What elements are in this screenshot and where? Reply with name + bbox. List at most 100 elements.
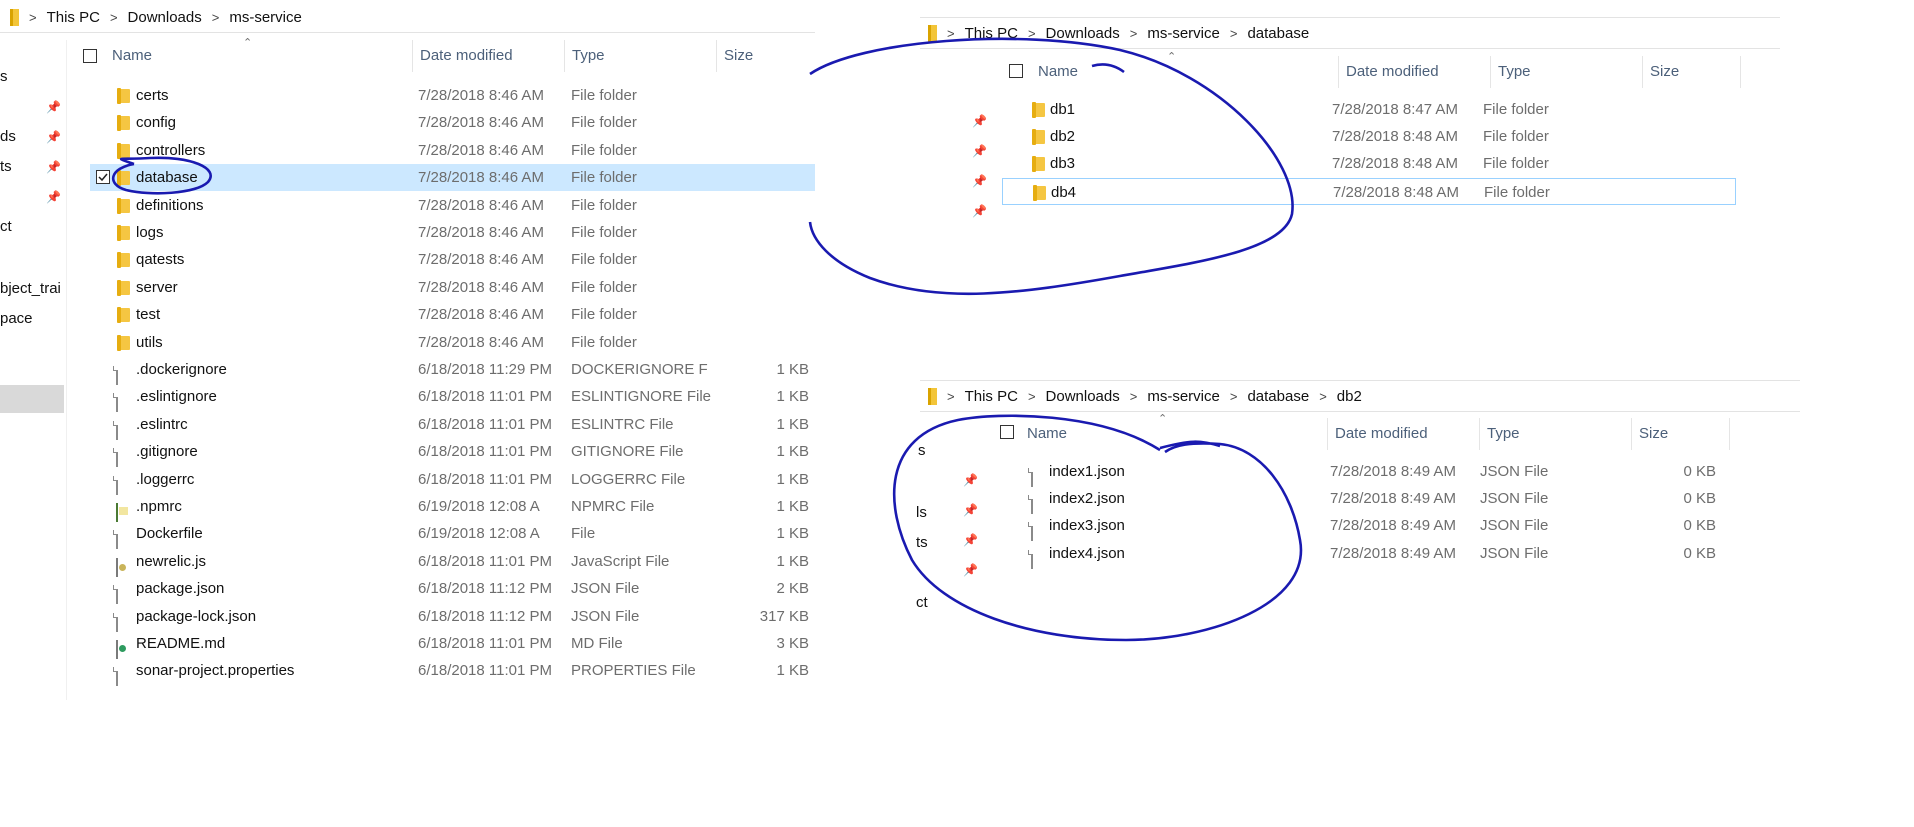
- breadcrumb-db2[interactable]: db2: [1337, 388, 1362, 405]
- breadcrumb-this-pc[interactable]: This PC: [47, 9, 100, 26]
- nav-selected-highlight: [0, 385, 64, 413]
- nav-item-partial[interactable]: ts: [0, 158, 12, 175]
- pin-icon[interactable]: 📌: [963, 473, 978, 487]
- file-size: 3 KB: [776, 635, 809, 652]
- folder-row[interactable]: db4 7/28/2018 8:48 AM File folder: [1002, 177, 1736, 205]
- breadcrumb-database[interactable]: database: [1247, 388, 1309, 405]
- file-date-modified: 6/18/2018 11:01 PM: [418, 470, 552, 488]
- file-row[interactable]: README.md 6/18/2018 11:01 PM MD File 3 KB: [90, 630, 815, 659]
- file-type: File: [571, 525, 596, 543]
- folder-row[interactable]: logs 7/28/2018 8:46 AM File folder: [90, 219, 815, 246]
- nav-pane-divider[interactable]: [66, 40, 67, 700]
- pin-icon[interactable]: 📌: [963, 563, 978, 577]
- column-type[interactable]: Type: [1480, 418, 1632, 450]
- breadcrumb-this-pc[interactable]: This PC: [965, 388, 1018, 405]
- nav-item-partial[interactable]: s: [0, 68, 8, 85]
- breadcrumb-database[interactable]: database: [1247, 25, 1309, 42]
- file-row[interactable]: index2.json 7/28/2018 8:49 AM JSON File 0 K…: [1002, 485, 1736, 515]
- file-size: 0 KB: [1683, 517, 1716, 535]
- folder-row[interactable]: qatests 7/28/2018 8:46 AM File folder: [90, 246, 815, 273]
- file-type: DOCKERIGNORE F: [571, 361, 708, 378]
- file-type: File folder: [571, 278, 637, 296]
- breadcrumb-bar-database[interactable]: > This PC > Downloads > ms-service > dat…: [920, 17, 1780, 49]
- file-type: JSON File: [1480, 490, 1549, 508]
- file-row[interactable]: package-lock.json 6/18/2018 11:12 PM JSON …: [90, 603, 815, 632]
- pin-icon[interactable]: 📌: [972, 174, 987, 188]
- nav-item-partial[interactable]: ls: [916, 504, 927, 521]
- file-row[interactable]: .loggerrc 6/18/2018 11:01 PM LOGGERRC File…: [90, 466, 815, 495]
- column-size[interactable]: Size: [1643, 56, 1741, 88]
- pin-icon[interactable]: 📌: [46, 160, 61, 174]
- breadcrumb-ms-service[interactable]: ms-service: [1147, 388, 1220, 405]
- pin-icon[interactable]: 📌: [46, 130, 61, 144]
- file-name: .npmrc: [136, 498, 182, 515]
- file-row[interactable]: package.json 6/18/2018 11:12 PM JSON File 2…: [90, 575, 815, 605]
- folder-row[interactable]: db2 7/28/2018 8:48 AM File folder: [1002, 123, 1736, 150]
- nav-item-partial[interactable]: s: [918, 442, 926, 459]
- nav-item-partial[interactable]: ts: [916, 534, 928, 551]
- column-name[interactable]: Name: [1020, 418, 1328, 450]
- breadcrumb-downloads[interactable]: Downloads: [1046, 388, 1120, 405]
- folder-row[interactable]: controllers 7/28/2018 8:46 AM File folder: [90, 137, 815, 164]
- file-row[interactable]: sonar-project.properties 6/18/2018 11:01 …: [90, 657, 815, 687]
- folder-row[interactable]: certs 7/28/2018 8:46 AM File folder: [90, 82, 815, 109]
- pin-icon[interactable]: 📌: [963, 503, 978, 517]
- pin-icon[interactable]: 📌: [46, 190, 61, 204]
- column-name[interactable]: Name: [105, 40, 413, 72]
- file-row[interactable]: index3.json 7/28/2018 8:49 AM JSON File 0 K…: [1002, 512, 1736, 542]
- file-type: File folder: [1483, 101, 1549, 118]
- file-row[interactable]: .eslintignore 6/18/2018 11:01 PM ESLINTIGN…: [90, 383, 815, 413]
- breadcrumb-bar-ms-service[interactable]: > This PC > Downloads > ms-service: [0, 2, 815, 33]
- breadcrumb-ms-service[interactable]: ms-service: [1147, 25, 1220, 42]
- folder-row[interactable]: utils 7/28/2018 8:46 AM File folder: [90, 329, 815, 356]
- breadcrumb-downloads[interactable]: Downloads: [128, 9, 202, 26]
- file-type: LOGGERRC File: [571, 470, 686, 488]
- column-date-modified[interactable]: Date modified: [1328, 418, 1480, 450]
- file-row[interactable]: .eslintrc 6/18/2018 11:01 PM ESLINTRC File…: [90, 411, 815, 440]
- file-type: JavaScript File: [571, 552, 670, 570]
- folder-row[interactable]: database 7/28/2018 8:46 AM File folder: [90, 164, 815, 192]
- column-type[interactable]: Type: [1491, 56, 1643, 88]
- file-row[interactable]: index4.json 7/28/2018 8:49 AM JSON File 0 K…: [1002, 540, 1736, 569]
- breadcrumb-ms-service[interactable]: ms-service: [229, 9, 302, 26]
- pin-icon[interactable]: 📌: [972, 144, 987, 158]
- column-name[interactable]: Name: [1031, 56, 1339, 88]
- column-size[interactable]: Size: [1632, 418, 1730, 450]
- folder-row[interactable]: server 7/28/2018 8:46 AM File folder: [90, 274, 815, 301]
- column-size[interactable]: Size: [717, 40, 815, 72]
- file-date-modified: 7/28/2018 8:46 AM: [418, 224, 544, 241]
- file-date-modified: 6/18/2018 11:12 PM: [418, 607, 552, 625]
- breadcrumb-bar-db2[interactable]: > This PC > Downloads > ms-service > dat…: [920, 380, 1800, 412]
- pin-icon[interactable]: 📌: [963, 533, 978, 547]
- column-type[interactable]: Type: [565, 40, 717, 72]
- column-date-modified[interactable]: Date modified: [1339, 56, 1491, 88]
- nav-item-partial[interactable]: ds: [0, 128, 16, 145]
- file-row[interactable]: index1.json 7/28/2018 8:49 AM JSON File 0 K…: [1002, 458, 1736, 487]
- file-row[interactable]: .npmrc 6/19/2018 12:08 A NPMRC File 1 KB: [90, 493, 815, 522]
- column-header: ⌃ Name Date modified Type Size: [75, 37, 815, 72]
- folder-row[interactable]: db1 7/28/2018 8:47 AM File folder: [1002, 96, 1736, 123]
- file-row[interactable]: .gitignore 6/18/2018 11:01 PM GITIGNORE Fi…: [90, 438, 815, 468]
- column-date-modified[interactable]: Date modified: [413, 40, 565, 72]
- file-row[interactable]: .dockerignore 6/18/2018 11:29 PM DOCKERIGN…: [90, 356, 815, 385]
- breadcrumb-downloads[interactable]: Downloads: [1046, 25, 1120, 42]
- folder-row[interactable]: test 7/28/2018 8:46 AM File folder: [90, 301, 815, 328]
- pin-icon[interactable]: 📌: [972, 204, 987, 218]
- file-row[interactable]: newrelic.js 6/18/2018 11:01 PM JavaScript …: [90, 548, 815, 577]
- folder-row[interactable]: config 7/28/2018 8:46 AM File folder: [90, 109, 815, 136]
- row-checkbox[interactable]: [96, 170, 110, 185]
- nav-item-partial[interactable]: ct: [916, 594, 928, 611]
- pin-icon[interactable]: 📌: [46, 100, 61, 114]
- nav-item-partial[interactable]: pace: [0, 310, 33, 327]
- file-size: 1 KB: [776, 361, 809, 378]
- nav-item-partial[interactable]: ct: [0, 218, 12, 235]
- file-type: JSON File: [1480, 463, 1549, 480]
- breadcrumb-this-pc[interactable]: This PC: [965, 25, 1018, 42]
- nav-item-partial[interactable]: bject_trai: [0, 280, 61, 297]
- folder-row[interactable]: db3 7/28/2018 8:48 AM File folder: [1002, 150, 1736, 177]
- file-row[interactable]: Dockerfile 6/19/2018 12:08 A File 1 KB: [90, 520, 815, 550]
- file-type: PROPERTIES File: [571, 662, 696, 680]
- pin-icon[interactable]: 📌: [972, 114, 987, 128]
- file-name: logs: [136, 224, 164, 241]
- folder-row[interactable]: definitions 7/28/2018 8:46 AM File folder: [90, 192, 815, 219]
